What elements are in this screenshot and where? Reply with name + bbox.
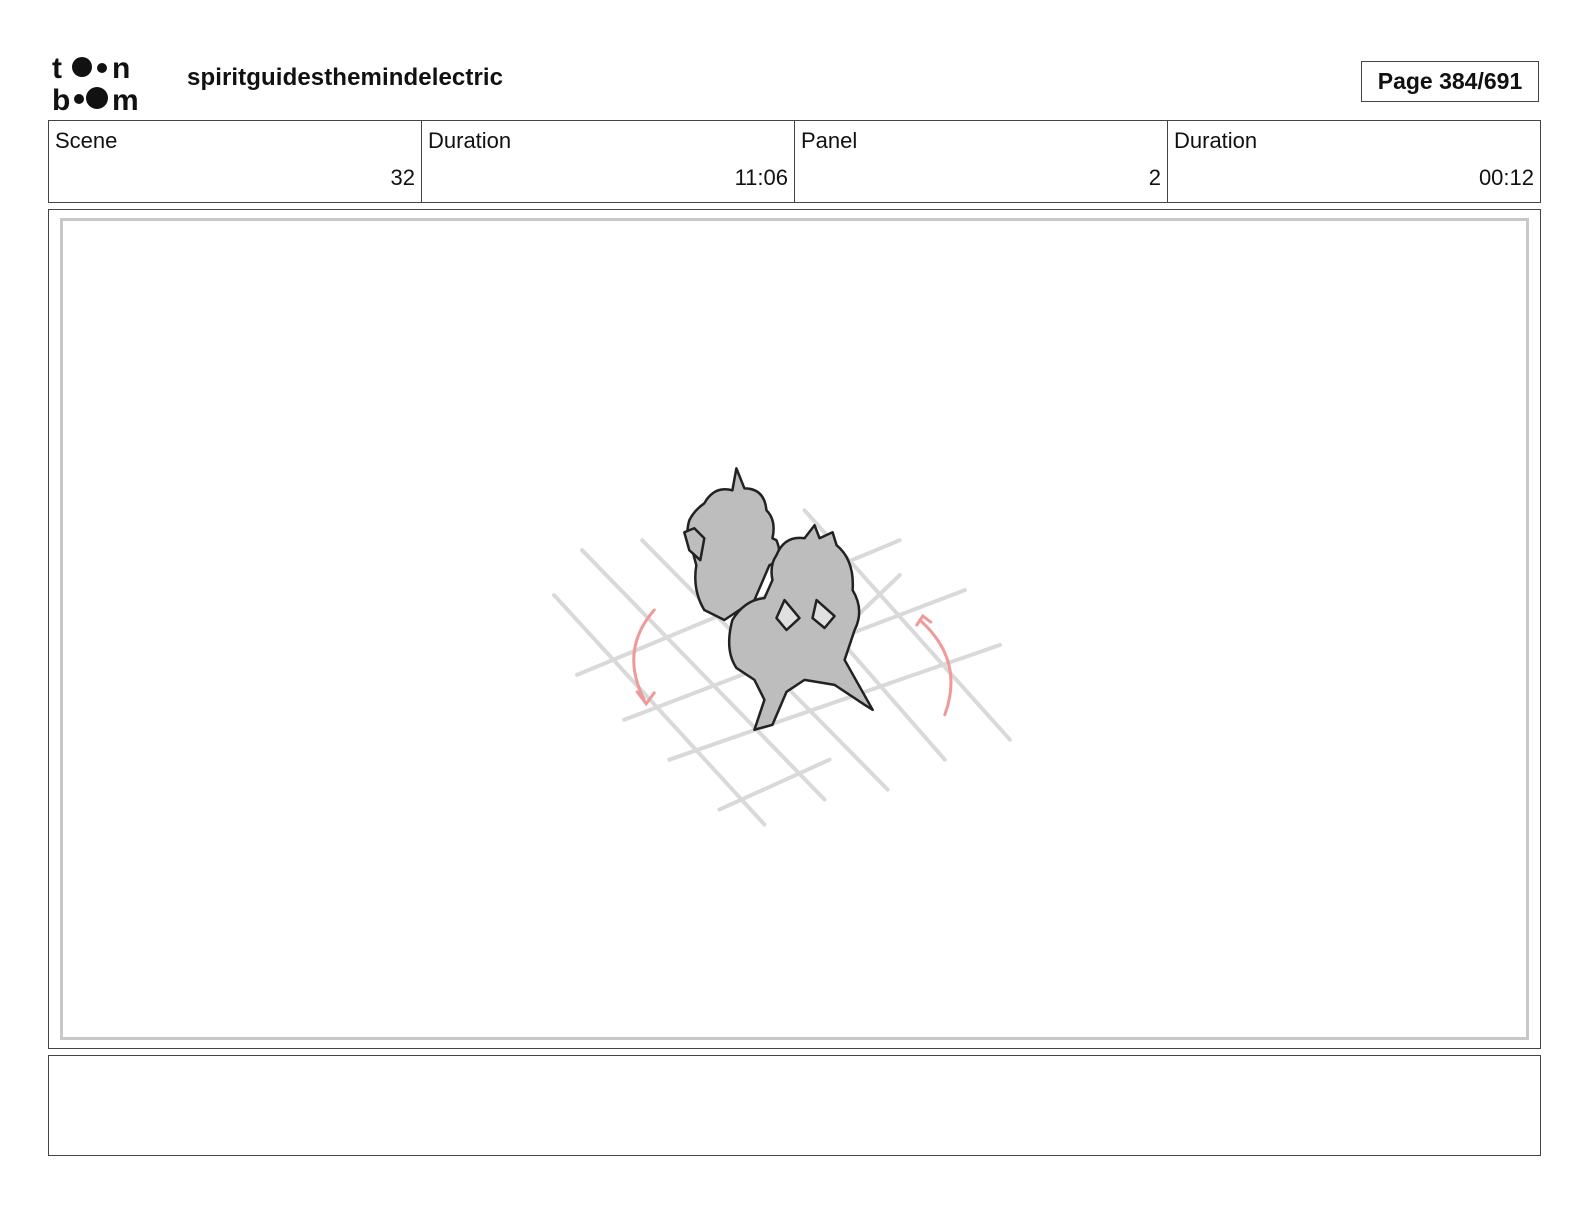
- project-title: spiritguidesthemindelectric: [187, 64, 504, 91]
- panel-duration-value: 00:12: [1478, 165, 1534, 190]
- panel-value: 2: [1148, 165, 1161, 190]
- scene-cell: Scene 32: [49, 121, 422, 202]
- page-indicator: Page 384/691: [1361, 61, 1539, 102]
- toon-boom-logo: t n b m: [52, 52, 162, 117]
- panel-label: Panel: [801, 128, 858, 153]
- storyboard-panel: [48, 209, 1541, 1049]
- scene-value: 32: [390, 165, 415, 190]
- panel-notes-box: [48, 1055, 1541, 1156]
- panel-frame: [60, 218, 1529, 1040]
- panel-duration-label: Duration: [1174, 128, 1258, 153]
- svg-text:m: m: [112, 84, 139, 112]
- panel-info-row: Scene 32 Duration 11:06 Panel 2 Duration…: [48, 120, 1541, 203]
- svg-text:b: b: [52, 84, 70, 112]
- svg-text:n: n: [112, 52, 130, 85]
- scene-duration-label: Duration: [428, 128, 512, 153]
- panel-cell: Panel 2: [795, 121, 1168, 202]
- panel-sketch: [552, 467, 1012, 827]
- scene-label: Scene: [55, 128, 118, 153]
- scene-duration-value: 11:06: [734, 165, 788, 190]
- svg-text:t: t: [52, 52, 62, 85]
- scene-duration-cell: Duration 11:06: [422, 121, 795, 202]
- panel-duration-cell: Duration 00:12: [1168, 121, 1540, 202]
